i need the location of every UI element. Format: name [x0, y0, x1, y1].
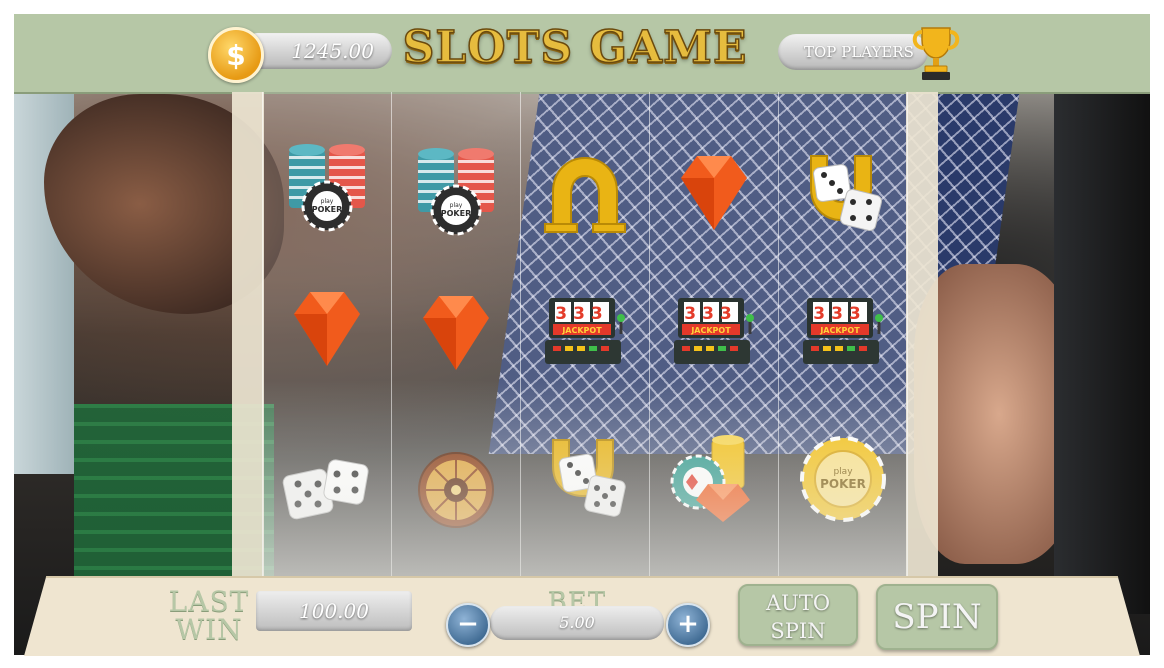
jackpot-digits: 333 — [813, 304, 867, 324]
last-win-value: 100.00 — [256, 591, 412, 631]
roulette-wheel-icon — [418, 452, 494, 528]
chips-cards-diamond-icon — [670, 435, 750, 522]
auto-spin-label-line-2: SPIN — [770, 619, 826, 643]
auto-spin-button[interactable]: AUTO SPIN — [738, 584, 858, 646]
bet-value: 5.00 — [490, 606, 664, 640]
background-suit — [1054, 94, 1150, 614]
spin-button-label: SPIN — [892, 597, 982, 637]
reel-4: 333 JACKPOT — [649, 92, 778, 576]
chip-play-text: play — [450, 202, 463, 209]
reel-rail-right — [906, 92, 938, 576]
jackpot-slot-machine-icon: 333 JACKPOT — [803, 298, 883, 364]
reel-1: play POKER — [262, 92, 391, 576]
reels-area[interactable]: play POKER play POKER 333 JACKPOT 333 JA… — [262, 92, 908, 576]
bet-increase-button[interactable]: + — [666, 603, 710, 647]
horseshoe-dice-icon — [552, 439, 626, 517]
last-win-label-line-2: WIN — [175, 613, 243, 646]
jackpot-label: JACKPOT — [819, 326, 860, 335]
top-players-label: TOP PLAYERS — [804, 43, 914, 61]
spin-button[interactable]: SPIN — [876, 584, 998, 650]
last-win-label-line-1: LAST — [168, 585, 250, 618]
auto-spin-label-line-1: AUTO — [765, 591, 831, 615]
dice-icon — [282, 459, 369, 520]
jackpot-label: JACKPOT — [690, 326, 731, 335]
chips-stack-icon: play POKER — [418, 148, 494, 236]
trophy-icon[interactable] — [908, 22, 964, 82]
jackpot-digits: 333 — [684, 304, 738, 324]
game-title: SLOTS GAME — [402, 21, 748, 74]
diamond-icon — [423, 296, 489, 370]
reel-rail-left — [232, 92, 264, 576]
chip-poker-text: POKER — [441, 209, 472, 218]
horseshoe-dice-icon — [810, 155, 883, 232]
jackpot-slot-machine-icon: 333 JACKPOT — [674, 298, 754, 364]
reel-5: 333 JACKPOT play POKER — [778, 92, 908, 576]
chips-stack-icon: play POKER — [289, 144, 365, 232]
jackpot-slot-machine-icon: 333 JACKPOT — [545, 298, 625, 364]
reel-3: 333 JACKPOT — [520, 92, 649, 576]
diamond-icon — [294, 292, 360, 366]
chip-play-text: play — [833, 467, 853, 477]
horseshoe-icon — [544, 156, 626, 233]
bet-decrease-button[interactable]: − — [446, 603, 490, 647]
diamond-icon — [681, 156, 747, 230]
last-win-label: LAST WIN — [164, 588, 254, 644]
jackpot-digits: 333 — [555, 304, 609, 324]
jackpot-label: JACKPOT — [561, 326, 602, 335]
poker-chip-icon: play POKER — [800, 436, 886, 522]
chip-play-text: play — [321, 198, 334, 205]
dollar-coin-icon: $ — [208, 27, 264, 83]
chip-poker-text: POKER — [820, 477, 866, 491]
reel-2: play POKER — [391, 92, 520, 576]
top-players-button[interactable]: TOP PLAYERS — [778, 34, 928, 70]
chip-poker-text: POKER — [312, 205, 343, 214]
